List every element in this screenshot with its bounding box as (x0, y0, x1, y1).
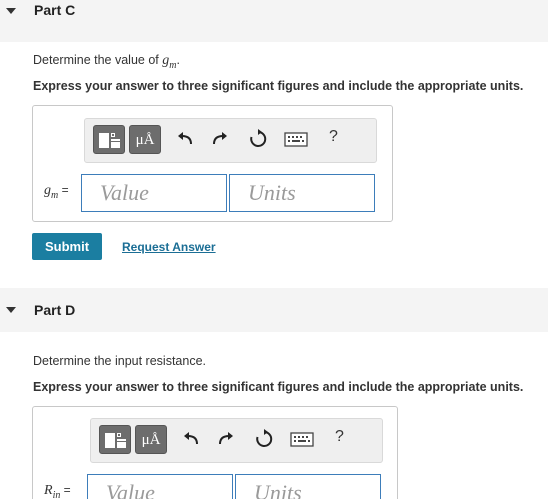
value-input[interactable] (87, 474, 233, 499)
units-icon: μÅ (135, 132, 155, 148)
help-icon[interactable]: ? (335, 428, 344, 446)
undo-icon[interactable] (176, 129, 196, 149)
templates-button[interactable] (93, 125, 125, 154)
collapse-triangle-icon[interactable] (6, 8, 16, 14)
part-c-title: Part C (34, 2, 76, 18)
reset-icon[interactable] (254, 429, 274, 449)
part-c-prompt: Determine the value of gm. (33, 53, 180, 71)
units-input[interactable] (235, 474, 381, 499)
prompt-variable: gm (162, 53, 177, 71)
help-icon[interactable]: ? (329, 128, 338, 146)
part-d-title: Part D (34, 302, 76, 318)
undo-icon[interactable] (182, 429, 202, 449)
part-d-answer-box: μÅ ? Rin = (32, 406, 398, 499)
prompt-text: Determine the value of (33, 53, 163, 67)
units-icon: μÅ (141, 432, 161, 448)
part-d-header[interactable]: Part D (0, 288, 548, 332)
reset-icon[interactable] (248, 129, 268, 149)
units-button[interactable]: μÅ (135, 425, 167, 454)
part-c-answer-box: μÅ ? gm = (32, 105, 393, 222)
value-input[interactable] (81, 174, 227, 212)
gm-label: gm = (44, 183, 69, 201)
part-c-instruction: Express your answer to three significant… (33, 79, 524, 93)
request-answer-link[interactable]: Request Answer (122, 240, 216, 254)
keyboard-icon[interactable] (284, 129, 308, 149)
math-toolbar: μÅ ? (84, 118, 377, 163)
part-d-instruction: Express your answer to three significant… (33, 380, 524, 394)
units-button[interactable]: μÅ (129, 125, 161, 154)
keyboard-icon[interactable] (290, 429, 314, 449)
units-input[interactable] (229, 174, 375, 212)
redo-icon[interactable] (215, 429, 235, 449)
part-c-header[interactable]: Part C (0, 0, 548, 42)
rin-label: Rin = (44, 483, 71, 499)
redo-icon[interactable] (209, 129, 229, 149)
part-d-prompt: Determine the input resistance. (33, 354, 207, 368)
math-toolbar: μÅ ? (90, 418, 383, 463)
collapse-triangle-icon[interactable] (6, 307, 16, 313)
submit-button[interactable]: Submit (32, 233, 102, 260)
templates-button[interactable] (99, 425, 131, 454)
